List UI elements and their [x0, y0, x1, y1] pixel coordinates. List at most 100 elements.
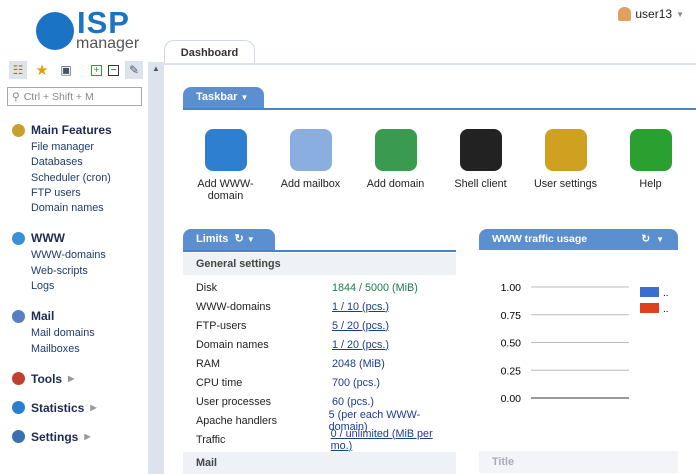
user-menu[interactable]: user13 ▼: [618, 7, 684, 21]
limit-value[interactable]: 0 / unlimited (MiB per mo.): [331, 428, 456, 452]
nav-group-label: Main Features: [31, 123, 112, 137]
limit-label: Apache handlers: [196, 414, 278, 427]
limit-label: Traffic: [196, 433, 226, 446]
nav-item[interactable]: Mail domains: [12, 326, 147, 341]
taskbar-item[interactable]: Add domain: [353, 129, 438, 202]
limit-value[interactable]: 5 / 20 (pcs.): [332, 320, 389, 332]
limit-label: RAM: [196, 357, 220, 370]
taskbar-item-icon: [204, 129, 247, 171]
search-placeholder: Ctrl + Shift + M: [23, 90, 94, 103]
chevron-down-icon[interactable]: ▼: [656, 235, 664, 244]
pin-icon[interactable]: ✎: [125, 61, 143, 79]
nav-item[interactable]: FTP users: [12, 186, 147, 201]
search-icon: ⚲: [12, 90, 20, 103]
nav-group-label: Statistics: [31, 400, 85, 415]
refresh-icon[interactable]: ↻: [235, 233, 244, 245]
limit-value: 2048 (MiB): [332, 357, 385, 370]
nav-group-icon: [12, 231, 25, 245]
chevron-right-icon: ▶: [84, 432, 91, 442]
chevron-down-icon: ▼: [676, 9, 684, 19]
menu-search-input[interactable]: ⚲ Ctrl + Shift + M: [7, 87, 142, 106]
nav-item[interactable]: Domain names: [12, 201, 147, 216]
taskbar-tab[interactable]: Taskbar ▼: [183, 87, 264, 108]
nav-group-icon: [12, 309, 25, 323]
sidebar-toolbar: ☷ ★ ▣ + − ✎: [9, 61, 143, 79]
taskbar-line: [183, 108, 696, 110]
favorites-star-icon[interactable]: ★: [33, 61, 51, 79]
nav-group-label: Settings: [31, 429, 79, 444]
collapse-all-icon[interactable]: −: [108, 64, 119, 76]
taskbar-item-icon: [544, 129, 587, 171]
logo-brand: ISP: [77, 5, 130, 40]
limit-value: 700 (pcs.): [332, 376, 381, 389]
scroll-up-icon[interactable]: ▲: [148, 64, 164, 73]
expand-all-icon[interactable]: +: [91, 64, 102, 76]
traffic-tab: WWW traffic usage ↻ ▼: [479, 229, 678, 250]
nav-item[interactable]: File manager: [12, 140, 147, 155]
taskbar-item-label: Help: [639, 178, 662, 190]
nav-group-icon: [12, 401, 25, 415]
y-tick-label: 1.00: [501, 282, 522, 294]
nav-item[interactable]: Web-scripts: [12, 264, 147, 279]
limit-row: Traffic 0 / unlimited (MiB per mo.): [183, 428, 456, 452]
taskbar-item[interactable]: Shell client: [438, 129, 523, 202]
y-tick-label: 0.50: [501, 338, 522, 350]
nav-group-2[interactable]: Mail: [12, 308, 147, 324]
nav-item[interactable]: WWW-domains: [12, 248, 147, 263]
sidebar-scrollbar[interactable]: ▲: [148, 62, 164, 474]
nav-item[interactable]: Logs: [12, 279, 147, 294]
taskbar-item[interactable]: Add WWW-domain: [183, 129, 268, 202]
clipboard-icon[interactable]: ▣: [57, 61, 75, 79]
nav-item[interactable]: Mailboxes: [12, 342, 147, 357]
limit-row: WWW-domains 1 / 10 (pcs.): [183, 297, 456, 316]
taskbar-item-icon: [459, 129, 502, 171]
limit-row: Domain names 1 / 20 (pcs.): [183, 335, 456, 354]
nav-item[interactable]: Scheduler (cron): [12, 171, 147, 186]
limits-line: [183, 250, 456, 252]
tab-dashboard[interactable]: Dashboard: [164, 40, 255, 65]
limit-label: WWW-domains: [196, 300, 271, 313]
traffic-title: WWW traffic usage: [492, 233, 588, 245]
nav-group-0[interactable]: Main Features: [12, 122, 147, 138]
username: user13: [635, 7, 673, 21]
nav-group-label: Mail: [31, 309, 55, 324]
limits-panel: Limits ↻ ▼ General settings Disk 1844 / 5…: [183, 229, 456, 474]
logo-sub: manager: [76, 35, 140, 52]
taskbar-item-label: Add mailbox: [280, 178, 341, 190]
limit-value[interactable]: 1 / 20 (pcs.): [332, 339, 389, 351]
taskbar-item-label: User settings: [533, 178, 597, 190]
refresh-icon[interactable]: ↻: [641, 233, 650, 245]
nav-group-label: WWW: [31, 231, 65, 246]
limit-value[interactable]: 1 / 10 (pcs.): [332, 301, 389, 313]
y-tick-label: 0.75: [501, 310, 522, 322]
user-icon: [618, 7, 632, 21]
sidebar-nav: Main Features File manager Databases Schedu…: [12, 122, 147, 458]
nav-group-1[interactable]: WWW: [12, 230, 147, 246]
taskbar-title: Taskbar: [196, 91, 238, 103]
section-general-settings: General settings: [183, 253, 456, 275]
legend-swatch: [640, 287, 659, 297]
limits-title: Limits: [196, 233, 229, 245]
limits-tab[interactable]: Limits ↻ ▼: [183, 229, 275, 250]
nav-group-icon: [12, 430, 25, 444]
nav-item[interactable]: Databases: [12, 155, 147, 170]
nav-group-4[interactable]: Statistics ▶: [12, 400, 147, 416]
traffic-footer: Title: [479, 451, 678, 473]
limit-value: 60 (pcs.): [332, 395, 375, 408]
limit-label: User processes: [196, 395, 272, 408]
chevron-down-icon[interactable]: ▼: [240, 93, 248, 102]
nav-group-icon: [12, 372, 25, 386]
chevron-right-icon: ▶: [90, 403, 97, 413]
section-mail: Mail: [183, 452, 456, 474]
taskbar-items: Add WWW-domain Add mailbox Add domain Shell…: [183, 129, 693, 202]
limit-label: Domain names: [196, 338, 269, 351]
nav-group-5[interactable]: Settings ▶: [12, 429, 147, 445]
nav-group-3[interactable]: Tools ▶: [12, 371, 147, 387]
chevron-down-icon[interactable]: ▼: [247, 235, 255, 244]
tree-view-icon[interactable]: ☷: [9, 61, 27, 79]
taskbar-item[interactable]: Add mailbox: [268, 129, 353, 202]
taskbar-item[interactable]: Help: [608, 129, 693, 202]
taskbar-panel: Taskbar ▼: [183, 87, 696, 110]
limit-label: CPU time: [196, 376, 243, 389]
taskbar-item[interactable]: User settings: [523, 129, 608, 202]
